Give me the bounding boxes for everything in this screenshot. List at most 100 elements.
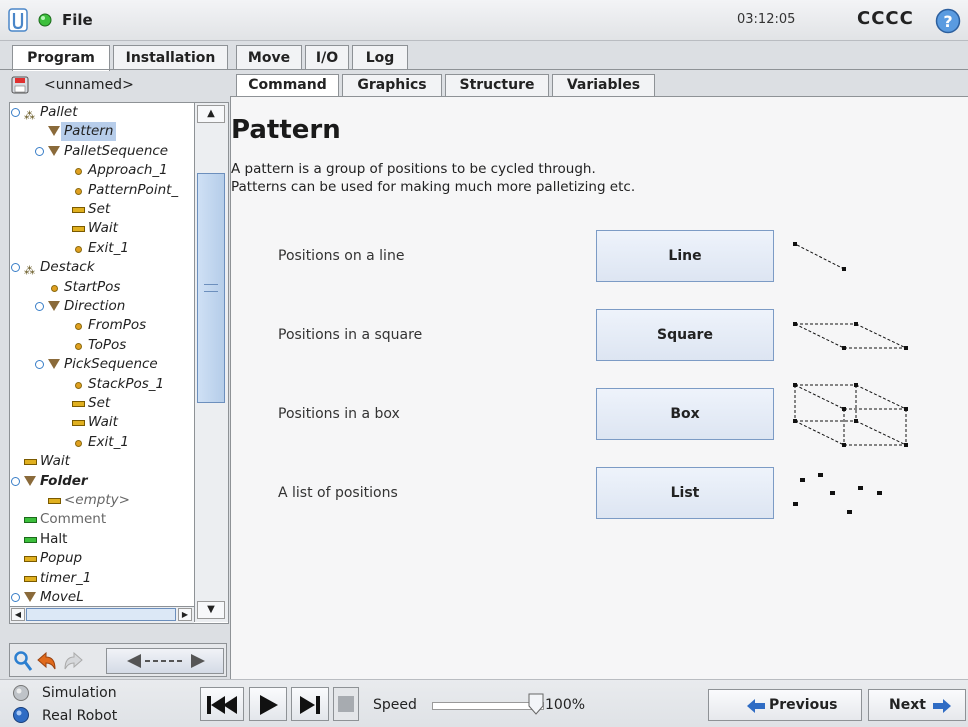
expander-icon[interactable] <box>35 302 44 311</box>
tree-item[interactable]: StackPos_1 <box>10 375 194 394</box>
tree-item-label: ToPos <box>88 336 127 353</box>
bar-icon <box>24 459 37 466</box>
bar-icon <box>72 226 85 233</box>
tree-item[interactable]: StartPos <box>10 278 194 297</box>
tab-log[interactable]: Log <box>352 45 408 69</box>
box-button[interactable]: Box <box>596 388 774 440</box>
tab-graphics[interactable]: Graphics <box>342 74 442 96</box>
tree-item[interactable]: Exit_1 <box>10 433 194 452</box>
tab-command[interactable]: Command <box>236 74 339 96</box>
scroll-down-button[interactable]: ▼ <box>197 601 225 619</box>
square-button[interactable]: Square <box>596 309 774 361</box>
tree-item-label: Popup <box>40 550 83 567</box>
real-robot-label[interactable]: Real Robot <box>42 708 117 724</box>
bar-icon <box>72 207 85 213</box>
triangle-icon <box>24 475 36 486</box>
expander-icon[interactable] <box>35 360 44 370</box>
tab-io[interactable]: I/O <box>305 45 349 69</box>
search-icon[interactable] <box>13 650 33 672</box>
tree-item[interactable]: Direction <box>10 297 194 316</box>
tree-item[interactable]: Set <box>10 394 194 413</box>
tree-item[interactable]: Folder <box>10 472 194 491</box>
previous-button[interactable]: Previous <box>708 689 862 721</box>
tree-hscrollbar[interactable]: ◀ ▶ <box>10 606 194 623</box>
play-button[interactable] <box>249 687 287 721</box>
expander-icon[interactable] <box>11 108 20 117</box>
tree-item-label: PatternPoint_ <box>88 181 179 198</box>
waypoint-icon <box>75 187 82 195</box>
expander-icon[interactable] <box>11 263 20 273</box>
tree-scrollbar[interactable]: ▲ ▼ <box>194 103 228 622</box>
speed-slider-thumb[interactable] <box>528 693 544 715</box>
waypoint-icon <box>75 323 82 331</box>
scroll-right-button[interactable]: ▶ <box>178 608 192 621</box>
tree-item[interactable]: Wait <box>10 452 194 471</box>
tree-item[interactable]: ⁂ Destack <box>10 258 194 277</box>
tree-item[interactable]: PatternPoint_ <box>10 181 194 200</box>
tab-variables[interactable]: Variables <box>552 74 655 96</box>
speed-value: 100% <box>545 697 586 713</box>
svg-text:?: ? <box>943 12 952 31</box>
tab-program[interactable]: Program <box>12 45 110 71</box>
expander-icon[interactable] <box>11 476 20 486</box>
undo-icon[interactable] <box>36 650 58 672</box>
tree-item[interactable]: ToPos <box>10 336 194 355</box>
tree-item[interactable]: PalletSequence <box>10 142 194 161</box>
waypoint-icon <box>75 342 82 350</box>
scroll-thumb[interactable] <box>197 173 225 403</box>
tree-item[interactable]: Pattern <box>10 122 194 142</box>
next-button[interactable]: Next <box>868 689 966 721</box>
redo-icon[interactable] <box>62 650 84 672</box>
tree-item[interactable]: Popup <box>10 549 194 568</box>
line-button[interactable]: Line <box>596 230 774 282</box>
tree-item-label: Pallet <box>40 104 78 120</box>
simulation-label[interactable]: Simulation <box>42 685 117 701</box>
tree-item-label: Approach_1 <box>88 162 168 179</box>
tree-item[interactable]: PickSequence <box>10 355 194 374</box>
tree-item[interactable]: Exit_1 <box>10 239 194 258</box>
scroll-up-button[interactable]: ▲ <box>197 105 225 123</box>
scroll-left-button[interactable]: ◀ <box>11 608 25 621</box>
tree-item[interactable]: MoveL <box>10 588 194 607</box>
tab-structure[interactable]: Structure <box>445 74 549 96</box>
tree-item-label: PickSequence <box>64 356 158 373</box>
stop-button[interactable] <box>333 687 359 721</box>
file-menu[interactable]: File <box>62 11 93 29</box>
bar-icon <box>48 498 61 504</box>
tree-item[interactable]: Wait <box>10 413 194 432</box>
tab-installation[interactable]: Installation <box>113 45 228 69</box>
tree-item-label: Halt <box>40 530 68 547</box>
tree-item[interactable]: Wait <box>10 219 194 238</box>
tree-item-label: Wait <box>40 453 70 470</box>
tab-move[interactable]: Move <box>236 45 302 69</box>
description-line-2: Patterns can be used for making much mor… <box>231 179 636 195</box>
tree-item[interactable]: Set <box>10 200 194 219</box>
simulation-radio[interactable] <box>12 684 30 702</box>
rewind-button[interactable] <box>200 687 244 721</box>
save-icon[interactable] <box>11 76 29 94</box>
hscroll-thumb[interactable] <box>26 608 176 621</box>
tree-item[interactable]: <empty> <box>10 491 194 510</box>
list-button[interactable]: List <box>596 467 774 519</box>
expander-icon[interactable] <box>11 593 20 602</box>
tree-item-label: Direction <box>64 298 126 314</box>
help-icon[interactable]: ? <box>935 8 961 34</box>
triangle-icon <box>48 301 60 311</box>
program-tree[interactable]: ⁂ Pallet Pattern PalletSequence Approach_1 Pa… <box>9 102 229 624</box>
step-button[interactable] <box>291 687 329 721</box>
tree-item[interactable]: timer_1 <box>10 569 194 588</box>
bar-icon <box>72 401 85 407</box>
tree-item[interactable]: FromPos <box>10 316 194 335</box>
tree-item[interactable]: Halt <box>10 530 194 549</box>
tree-item[interactable]: ⁂ Pallet <box>10 103 194 122</box>
tree-item[interactable]: Approach_1 <box>10 161 194 180</box>
tree-item-label: Pattern <box>61 122 117 142</box>
expander-icon[interactable] <box>35 146 44 156</box>
move-node-button[interactable] <box>106 648 224 674</box>
tree-item[interactable]: Comment <box>10 510 194 529</box>
line-pattern-icon <box>793 242 846 271</box>
tree-item-label: Wait <box>88 220 118 237</box>
box-pattern-icon <box>793 383 908 447</box>
triangle-icon <box>48 145 60 156</box>
real-robot-radio[interactable] <box>12 706 30 724</box>
